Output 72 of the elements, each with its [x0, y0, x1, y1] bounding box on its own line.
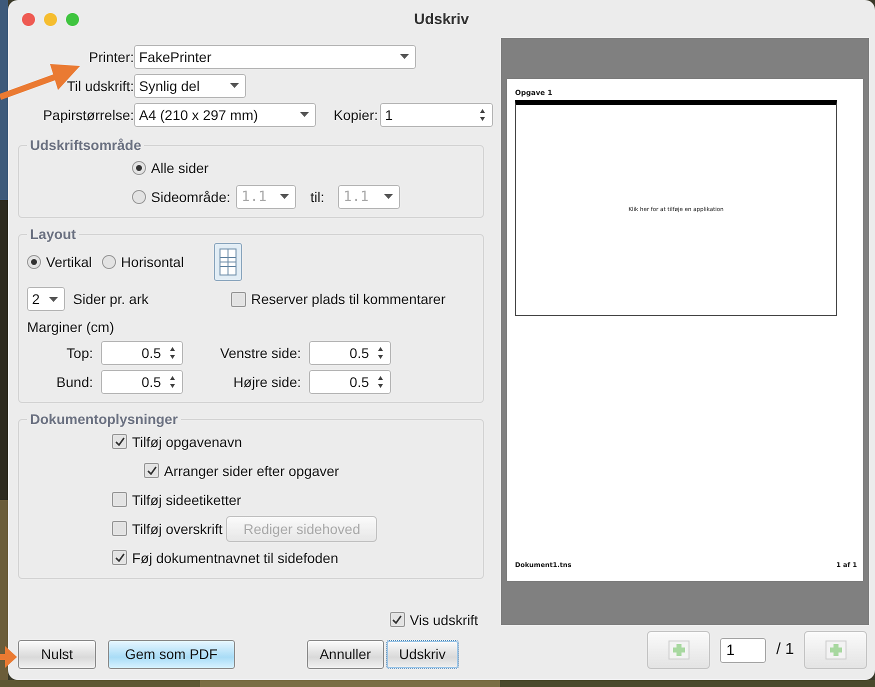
caret-icon: [280, 194, 290, 199]
caret-icon: [384, 194, 394, 199]
caret-icon: [230, 83, 239, 88]
radio-label: Horisontal: [120, 254, 184, 270]
paper-size-dropdown[interactable]: A4 (210 x 297 mm): [134, 102, 316, 126]
checkbox[interactable]: [112, 550, 127, 565]
cancel-button[interactable]: Annuller: [306, 640, 384, 668]
section-label: Marginer (cm): [27, 319, 114, 335]
checkbox[interactable]: [112, 521, 127, 536]
previous-page-button[interactable]: [647, 631, 710, 669]
copies-field[interactable]: 1: [380, 102, 493, 126]
checkbox[interactable]: [144, 463, 159, 478]
group-title: Udskriftsområde: [29, 137, 142, 153]
field-label: Bund:: [55, 374, 93, 390]
checkbox-label: Tilføj overskrift: [132, 520, 222, 536]
field-label: Venstre side:: [219, 344, 301, 360]
margin-field[interactable]: 0.5: [309, 370, 391, 394]
radio-button[interactable]: [132, 160, 146, 174]
checkbox-label: Føj dokumentnavnet til sidefoden: [132, 550, 338, 566]
spinner-icon: [377, 374, 384, 388]
page-total: / 1: [776, 641, 794, 659]
pages-per-sheet-dropdown[interactable]: 2: [27, 287, 65, 311]
checkbox[interactable]: [112, 434, 127, 449]
margin-field[interactable]: 0.5: [309, 340, 391, 364]
radio-label: Vertikal: [46, 254, 92, 270]
page-grid-icon: [214, 243, 242, 281]
save-pdf-button[interactable]: Gem som PDF: [108, 640, 235, 668]
next-page-button[interactable]: [804, 631, 867, 669]
minimize-button[interactable]: [44, 12, 57, 26]
group-title: Layout: [29, 226, 77, 242]
caret-icon: [49, 296, 58, 302]
margin-field[interactable]: 0.5: [101, 370, 183, 394]
printer-dropdown[interactable]: FakePrinter: [134, 44, 416, 68]
output-dropdown[interactable]: Synlig del: [134, 74, 246, 98]
checkbox-label: Arranger sider efter opgaver: [164, 462, 340, 478]
checkbox-label: Tilføj sideetiketter: [132, 492, 242, 508]
field-label: Kopier:: [332, 106, 378, 122]
spinner-icon: [479, 108, 486, 122]
page-plus-icon: [824, 640, 846, 660]
checkbox[interactable]: [231, 292, 246, 306]
caret-icon: [300, 112, 309, 117]
spinner-icon: [169, 346, 176, 360]
radio-button[interactable]: [102, 255, 116, 269]
field-label: til:: [310, 188, 324, 204]
reset-button[interactable]: Nulst: [18, 640, 96, 668]
page-plus-icon: [668, 640, 690, 660]
checkbox[interactable]: [112, 492, 127, 507]
edit-header-button: Rediger sidehoved: [226, 516, 378, 542]
field-label: Sider pr. ark: [73, 291, 150, 307]
checkbox-label: Reserver plads til kommentarer: [251, 291, 446, 307]
spinner-icon: [169, 374, 176, 388]
field-label: Top:: [66, 344, 93, 360]
checkbox-label: Vis udskrift: [410, 612, 478, 628]
field-label: Printer:: [88, 48, 134, 64]
radio-button[interactable]: [132, 190, 146, 204]
field-label: Højre side:: [232, 374, 301, 390]
radio-button[interactable]: [27, 255, 41, 269]
close-button[interactable]: [22, 12, 35, 26]
radio-label: Alle sider: [151, 160, 209, 176]
field-label: Til udskrift:: [66, 78, 134, 94]
radio-label: Sideområde:: [151, 188, 230, 204]
checkbox[interactable]: [390, 612, 405, 627]
spinner-icon: [377, 346, 384, 360]
print-button[interactable]: Udskriv: [386, 640, 459, 668]
zoom-button[interactable]: [66, 12, 79, 26]
checkbox-label: Tilføj opgavenavn: [132, 434, 242, 450]
field-label: Papirstørrelse:: [42, 106, 134, 122]
window-title: Udskriv: [414, 10, 470, 28]
caret-icon: [400, 54, 409, 59]
margin-field[interactable]: 0.5: [101, 340, 183, 364]
group-title: Dokumentoplysninger: [29, 411, 179, 427]
page-number-field[interactable]: 1: [720, 638, 766, 662]
